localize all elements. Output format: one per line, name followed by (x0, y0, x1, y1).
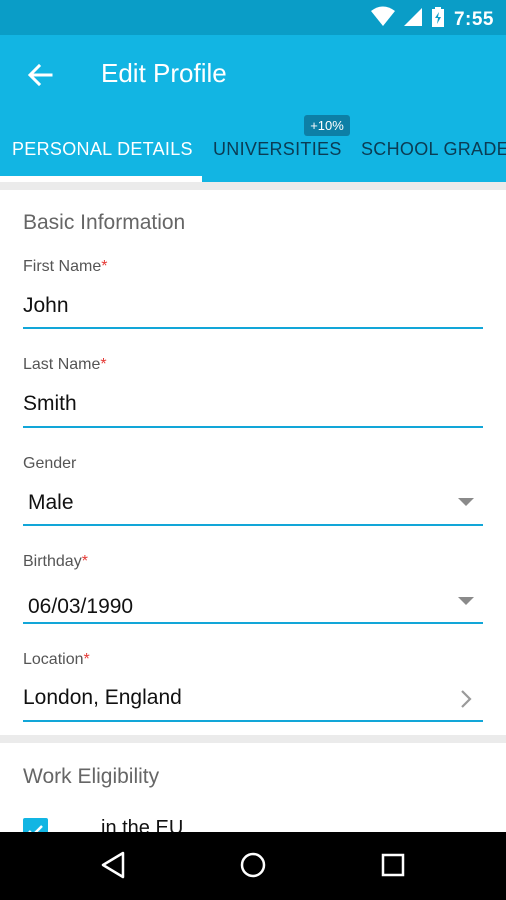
required-marker: * (101, 258, 108, 275)
wifi-icon (370, 6, 395, 33)
cell-signal-icon (402, 6, 424, 33)
tab-universities[interactable]: UNIVERSITIES (213, 131, 342, 182)
section-title-basic-information: Basic Information (23, 211, 186, 234)
last-name-label: Last Name* (23, 356, 107, 374)
location-label: Location* (23, 651, 90, 669)
tab-personal-details[interactable]: PERSONAL DETAILS (12, 131, 193, 182)
first-name-label-text: First Name (23, 258, 102, 275)
arrow-back-icon (27, 62, 53, 93)
last-name-underline (23, 426, 483, 428)
gender-underline (23, 524, 483, 526)
nav-back-button[interactable] (96, 850, 130, 884)
back-button[interactable] (20, 57, 60, 97)
birthday-label-text: Birthday (23, 553, 82, 570)
section-divider (0, 182, 506, 190)
app-bar: Edit Profile +10% PERSONAL DETAILS UNIVE… (0, 35, 506, 182)
chevron-right-icon (456, 689, 476, 709)
dropdown-arrow-icon (458, 597, 474, 605)
tab-bar: PERSONAL DETAILS UNIVERSITIES SCHOOL GRA… (0, 131, 506, 182)
gender-label-text: Gender (23, 455, 77, 472)
location-label-text: Location (23, 651, 84, 668)
location-field[interactable]: London, England (23, 686, 182, 710)
birthday-underline (23, 622, 483, 624)
location-underline (23, 720, 483, 722)
section-divider (0, 735, 506, 743)
status-time: 7:55 (453, 8, 494, 30)
required-marker: * (100, 356, 107, 373)
last-name-field[interactable]: Smith (23, 392, 77, 416)
first-name-field[interactable]: John (23, 294, 69, 318)
tab-school-grades[interactable]: SCHOOL GRADES (361, 131, 506, 182)
birthday-picker[interactable]: 06/03/1990 (28, 595, 133, 619)
nav-recents-button[interactable] (376, 850, 410, 884)
gender-select[interactable]: Male (28, 491, 74, 515)
birthday-label: Birthday* (23, 553, 88, 571)
nav-home-button[interactable] (236, 850, 270, 884)
back-triangle-icon (100, 851, 126, 884)
dropdown-arrow-icon (458, 498, 474, 506)
first-name-label: First Name* (23, 258, 107, 276)
page-title: Edit Profile (101, 58, 227, 88)
recents-square-icon (381, 853, 405, 882)
required-marker: * (81, 553, 88, 570)
battery-charging-icon (431, 6, 445, 33)
section-title-work-eligibility: Work Eligibility (23, 765, 160, 788)
last-name-label-text: Last Name (23, 356, 101, 373)
required-marker: * (83, 651, 90, 668)
status-bar: 7:55 (0, 0, 506, 35)
first-name-underline (23, 327, 483, 329)
home-circle-icon (239, 851, 267, 884)
gender-label: Gender (23, 455, 76, 473)
system-nav-bar (0, 832, 506, 900)
